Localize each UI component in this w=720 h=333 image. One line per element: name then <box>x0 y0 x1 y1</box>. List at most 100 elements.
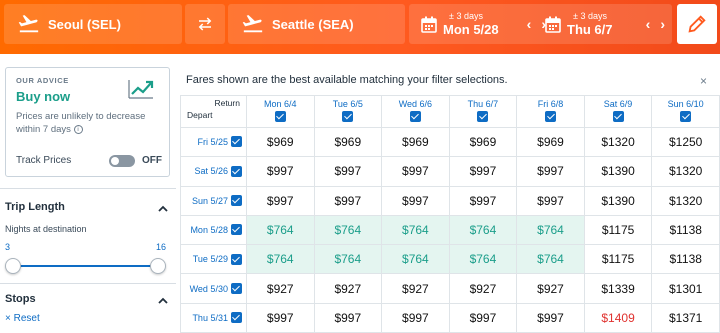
fare-cell[interactable]: $997 <box>245 185 315 216</box>
fare-cell[interactable]: $1175 <box>583 214 653 246</box>
return-prev-arrow[interactable]: ‹ <box>646 16 651 32</box>
fare-cell[interactable]: $997 <box>313 185 383 216</box>
matrix-row: Sat 5/26 $997 $997 $997 $997 $997 $1390 $1320 <box>180 156 720 187</box>
fare-cell[interactable]: $927 <box>381 273 450 304</box>
fare-cell[interactable]: $764 <box>245 244 315 275</box>
fare-cell[interactable]: $997 <box>381 302 450 333</box>
fare-cell[interactable]: $997 <box>516 185 585 216</box>
fare-cell[interactable]: $764 <box>516 214 585 246</box>
trip-length-title[interactable]: Trip Length <box>5 201 65 213</box>
fare-cell[interactable]: $1390 <box>583 185 653 216</box>
return-date-checkbox[interactable] <box>342 111 354 122</box>
fare-cell[interactable]: $1320 <box>583 126 653 158</box>
trip-length-slider-track[interactable] <box>12 265 158 267</box>
fare-cell[interactable]: $764 <box>516 244 585 275</box>
track-prices-toggle[interactable] <box>109 155 135 167</box>
fare-cell[interactable]: $1301 <box>651 273 720 304</box>
fare-cell[interactable]: $997 <box>516 156 585 187</box>
fare-cell[interactable]: $997 <box>381 156 450 187</box>
fare-cell[interactable]: $997 <box>381 185 450 216</box>
fare-cell[interactable]: $997 <box>448 185 518 216</box>
fare-cell[interactable]: $1138 <box>651 214 720 246</box>
fare-cell[interactable]: $969 <box>245 126 315 158</box>
depart-date-header: Sat 5/26 <box>180 156 247 187</box>
trip-length-min-handle[interactable] <box>5 258 21 274</box>
return-next-arrow[interactable]: › <box>660 16 665 32</box>
return-date-label: Sat 6/9 <box>603 99 633 109</box>
return-date-checkbox[interactable] <box>545 111 556 122</box>
fare-cell[interactable]: $969 <box>313 126 383 158</box>
fare-cell[interactable]: $1175 <box>583 244 653 275</box>
matrix-row: Fri 5/25 $969 $969 $969 $969 $969 $1320 $1250 <box>180 126 720 158</box>
fare-cell[interactable]: $1250 <box>651 126 720 158</box>
destination-field[interactable]: Seattle (SEA) <box>228 4 405 44</box>
fare-cell[interactable]: $1320 <box>651 156 720 187</box>
depart-date-checkbox[interactable] <box>230 282 242 294</box>
depart-date-label: Mon 5/28 <box>190 224 228 235</box>
fare-cell[interactable]: $997 <box>448 302 518 333</box>
depart-prev-arrow[interactable]: ‹ <box>527 16 532 32</box>
origin-field[interactable]: Seoul (SEL) <box>4 4 182 44</box>
fare-cell[interactable]: $1138 <box>651 244 720 275</box>
depart-date-header: Tue 5/29 <box>180 244 247 275</box>
fare-cell[interactable]: $997 <box>313 156 383 187</box>
return-date-checkbox[interactable] <box>612 111 624 122</box>
return-date-checkbox[interactable] <box>680 111 692 122</box>
fare-cell[interactable]: $1409 <box>583 302 653 333</box>
depart-date-checkbox[interactable] <box>230 253 242 265</box>
depart-date-checkbox[interactable] <box>230 165 242 177</box>
fare-cell[interactable]: $969 <box>516 126 585 158</box>
fare-cell[interactable]: $1390 <box>583 156 653 187</box>
stops-title[interactable]: Stops <box>5 293 36 305</box>
chevron-up-icon[interactable] <box>158 204 168 212</box>
fare-cell[interactable]: $1371 <box>651 302 720 333</box>
fare-cell[interactable]: $997 <box>448 156 518 187</box>
return-date-header: Fri 6/8 <box>516 95 585 128</box>
fare-cell[interactable]: $997 <box>516 302 585 333</box>
fare-cell[interactable]: $764 <box>313 214 383 246</box>
fare-cell[interactable]: $927 <box>448 273 518 304</box>
return-date-checkbox[interactable] <box>274 111 286 122</box>
depart-date-label: Sun 5/27 <box>191 195 228 206</box>
fare-cell[interactable]: $927 <box>313 273 383 304</box>
fare-cell[interactable]: $997 <box>245 302 315 333</box>
fare-cell[interactable]: $997 <box>245 156 315 187</box>
trip-length-max-handle[interactable] <box>150 258 166 274</box>
depart-date-header: Fri 5/25 <box>180 126 247 158</box>
fare-cell[interactable]: $927 <box>516 273 585 304</box>
trip-length-max: 16 <box>156 242 167 252</box>
chevron-up-icon[interactable] <box>158 296 168 304</box>
destination-label: Seattle (SEA) <box>272 16 354 32</box>
fare-cell[interactable]: $969 <box>381 126 450 158</box>
return-date-field[interactable]: ± 3 days Thu 6/7 ‹ › <box>543 4 673 44</box>
fare-cell[interactable]: $1320 <box>651 185 720 216</box>
fare-cell[interactable]: $1339 <box>583 273 653 304</box>
fare-cell[interactable]: $764 <box>313 244 383 275</box>
fare-cell[interactable]: $764 <box>381 244 450 275</box>
depart-date-checkbox[interactable] <box>230 195 242 206</box>
fare-cell[interactable]: $969 <box>448 126 518 158</box>
fare-cell[interactable]: $764 <box>448 244 518 275</box>
fare-note: Fares shown are the best available match… <box>186 74 508 86</box>
fare-cell[interactable]: $927 <box>245 273 315 304</box>
depart-date-checkbox[interactable] <box>230 312 242 324</box>
swap-button[interactable] <box>185 4 225 44</box>
fare-cell[interactable]: $764 <box>448 214 518 246</box>
edit-search-button[interactable] <box>677 4 717 44</box>
info-icon[interactable]: i <box>73 124 83 134</box>
fare-matrix: Return Depart Mon 6/4 Tue 6/5 Wed 6/6 Thu 6… <box>180 95 720 333</box>
divider <box>0 283 176 284</box>
return-date-checkbox[interactable] <box>409 111 421 122</box>
fare-cell[interactable]: $764 <box>381 214 450 246</box>
return-date-header: Tue 6/5 <box>313 95 383 128</box>
fare-cell[interactable]: $997 <box>313 302 383 333</box>
depart-date-field[interactable]: ± 3 days Mon 5/28 ‹ › <box>409 4 554 44</box>
calendar-icon <box>545 16 561 33</box>
nights-label: Nights at destination <box>5 224 87 234</box>
close-icon[interactable]: × <box>700 74 707 88</box>
stops-reset-link[interactable]: × Reset <box>5 313 40 324</box>
return-date-checkbox[interactable] <box>477 111 489 122</box>
fare-cell[interactable]: $764 <box>245 214 315 246</box>
depart-date-checkbox[interactable] <box>230 136 242 148</box>
depart-date-checkbox[interactable] <box>230 224 242 236</box>
